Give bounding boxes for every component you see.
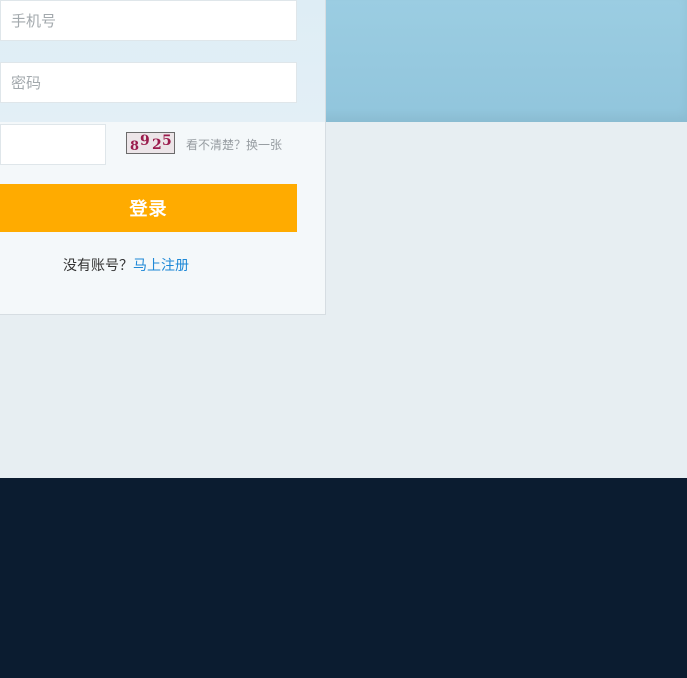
captcha-char: 5 bbox=[162, 133, 172, 149]
register-link[interactable]: 马上注册 bbox=[133, 258, 189, 274]
register-prompt: 没有账号？马上注册 bbox=[63, 255, 189, 275]
captcha-char: 9 bbox=[140, 133, 150, 149]
no-account-text: 没有账号？ bbox=[63, 258, 133, 274]
captcha-char: 2 bbox=[152, 137, 162, 153]
login-panel: 8 9 2 5 看不清楚？换一张 登录 没有账号？马上注册 bbox=[0, 0, 326, 315]
captcha-image[interactable]: 8 9 2 5 bbox=[126, 132, 175, 154]
footer bbox=[0, 478, 687, 678]
phone-input[interactable] bbox=[0, 0, 297, 41]
captcha-char: 8 bbox=[130, 139, 140, 154]
password-input[interactable] bbox=[0, 62, 297, 103]
login-button[interactable]: 登录 bbox=[0, 184, 297, 232]
refresh-captcha-link[interactable]: 看不清楚？换一张 bbox=[186, 136, 282, 153]
captcha-input[interactable] bbox=[0, 124, 106, 165]
